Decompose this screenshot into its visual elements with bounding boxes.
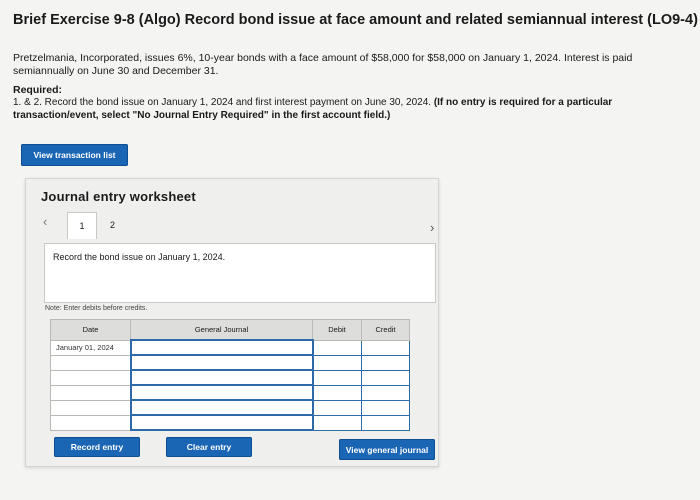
credit-field[interactable] xyxy=(361,384,410,401)
table-header-row: Date General Journal Debit Credit xyxy=(50,319,410,341)
account-field[interactable] xyxy=(129,414,314,431)
date-cell[interactable] xyxy=(50,369,131,386)
table-row xyxy=(50,354,410,371)
view-general-journal-button[interactable]: View general journal xyxy=(339,439,435,460)
account-field[interactable] xyxy=(129,399,314,416)
page-title: Brief Exercise 9-8 (Algo) Record bond is… xyxy=(13,12,698,28)
record-entry-button[interactable]: Record entry xyxy=(54,437,140,457)
general-journal-header: General Journal xyxy=(130,319,313,341)
debit-field[interactable] xyxy=(312,354,362,371)
credit-header: Credit xyxy=(361,319,410,341)
tab-1[interactable]: 1 xyxy=(67,212,97,239)
entry-note: Note: Enter debits before credits. xyxy=(45,305,148,312)
credit-field[interactable] xyxy=(361,414,410,431)
debit-field[interactable] xyxy=(312,399,362,416)
required-heading: Required: xyxy=(13,84,63,96)
debit-field[interactable] xyxy=(312,414,362,431)
credit-field[interactable] xyxy=(361,399,410,416)
tab-2-label: 2 xyxy=(110,220,116,230)
view-transaction-list-button[interactable]: View transaction list xyxy=(21,144,128,166)
account-field[interactable] xyxy=(129,339,314,356)
next-arrow-icon[interactable]: › xyxy=(430,220,434,235)
debit-header: Debit xyxy=(312,319,362,341)
date-header: Date xyxy=(50,319,131,341)
debit-field[interactable] xyxy=(312,339,362,356)
date-cell[interactable]: January 01, 2024 xyxy=(50,339,131,356)
account-field[interactable] xyxy=(129,369,314,386)
tab-2[interactable]: 2 xyxy=(110,220,115,230)
prev-arrow-icon[interactable]: ‹ xyxy=(43,214,47,229)
required-instruction: 1. & 2. Record the bond issue on January… xyxy=(13,97,432,108)
account-field[interactable] xyxy=(129,384,314,401)
date-cell[interactable] xyxy=(50,414,131,431)
transaction-description: Record the bond issue on January 1, 2024… xyxy=(53,252,226,262)
table-row: January 01, 2024 xyxy=(50,339,410,356)
journal-table: Date General Journal Debit Credit Januar… xyxy=(50,319,410,431)
problem-statement: Pretzelmania, Incorporated, issues 6%, 1… xyxy=(13,52,633,77)
debit-field[interactable] xyxy=(312,369,362,386)
clear-entry-button[interactable]: Clear entry xyxy=(166,437,252,457)
account-field[interactable] xyxy=(129,354,314,371)
credit-field[interactable] xyxy=(361,354,410,371)
date-cell[interactable] xyxy=(50,354,131,371)
date-cell[interactable] xyxy=(50,384,131,401)
tab-1-label: 1 xyxy=(79,221,85,231)
table-row xyxy=(50,414,410,431)
credit-field[interactable] xyxy=(361,369,410,386)
date-cell[interactable] xyxy=(50,399,131,416)
credit-field[interactable] xyxy=(361,339,410,356)
table-row xyxy=(50,399,410,416)
table-row xyxy=(50,369,410,386)
debit-field[interactable] xyxy=(312,384,362,401)
required-text: 1. & 2. Record the bond issue on January… xyxy=(13,97,673,122)
table-row xyxy=(50,384,410,401)
worksheet-title: Journal entry worksheet xyxy=(41,189,196,204)
